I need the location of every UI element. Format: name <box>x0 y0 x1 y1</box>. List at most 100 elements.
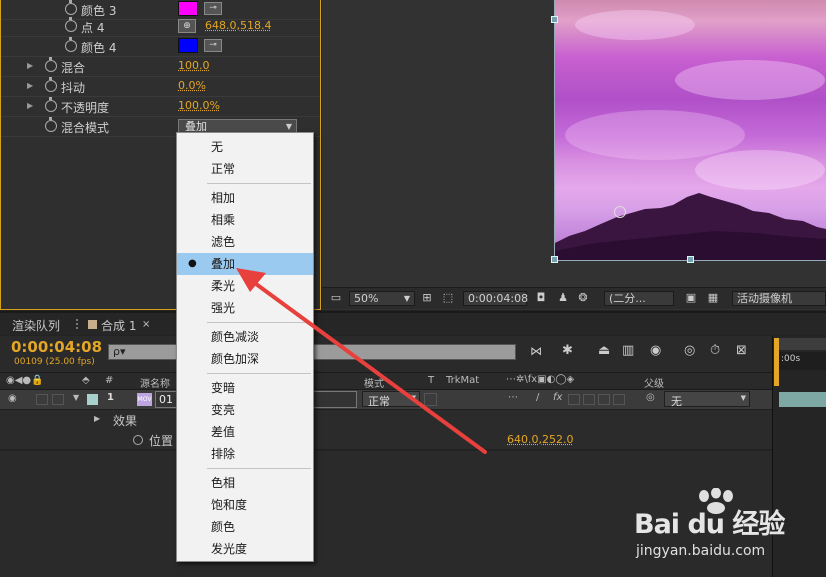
expand-triangle-icon[interactable]: ▶ <box>27 61 33 70</box>
current-time-display[interactable]: 0:00:04:08 <box>11 338 102 356</box>
work-area-bar[interactable] <box>777 338 826 350</box>
eyedropper-icon[interactable]: ⊸ <box>204 39 222 52</box>
grid-icon[interactable]: ⊞ <box>420 291 434 305</box>
property-row-color4[interactable]: 颜色 4 ⊸ <box>1 37 320 57</box>
menu-item-darken[interactable]: 变暗 <box>177 377 313 399</box>
expand-triangle-icon[interactable]: ▼ <box>73 393 79 402</box>
grip-icon[interactable] <box>76 319 82 329</box>
eyedropper-icon[interactable]: ⊸ <box>204 2 222 15</box>
property-value[interactable]: 100.0 <box>178 59 210 72</box>
property-row-blend[interactable]: ▶ 混合 100.0 <box>1 57 320 77</box>
property-row-jitter[interactable]: ▶ 抖动 0.0% <box>1 77 320 97</box>
menu-item-difference[interactable]: 差值 <box>177 421 313 443</box>
audio-switch[interactable] <box>36 394 48 405</box>
position-value[interactable]: 640.0,252.0 <box>507 433 573 446</box>
timeline-layer-row[interactable]: ◉ ▼ 1 MOV 01 正常 ▼ ⋯ / fx ◎ 无 ▼ <box>0 390 826 410</box>
resolution-select[interactable]: (二分... <box>604 291 674 306</box>
camera-select[interactable]: 活动摄像机 <box>732 291 826 306</box>
stopwatch-icon[interactable] <box>65 0 77 15</box>
expand-triangle-icon[interactable]: ▶ <box>94 414 100 423</box>
layer-duration-bar[interactable] <box>779 392 826 407</box>
stopwatch-icon[interactable] <box>133 435 143 445</box>
menu-item-soft-light[interactable]: 柔光 <box>177 275 313 297</box>
menu-item-saturation[interactable]: 饱和度 <box>177 494 313 516</box>
stopwatch-icon[interactable] <box>65 37 77 52</box>
menu-item-exclusion[interactable]: 排除 <box>177 443 313 465</box>
menu-item-none[interactable]: 无 <box>177 136 313 158</box>
menu-item-hard-light[interactable]: 强光 <box>177 297 313 319</box>
draft-3d-icon[interactable]: ✱ <box>562 343 573 358</box>
close-icon[interactable]: × <box>142 319 150 330</box>
layer-switch[interactable] <box>583 394 595 405</box>
layer-switch[interactable] <box>568 394 580 405</box>
stopwatch-icon[interactable] <box>45 57 57 72</box>
menu-item-color-burn[interactable]: 颜色加深 <box>177 348 313 370</box>
layer-switch[interactable] <box>598 394 610 405</box>
timecode-field[interactable]: 0:00:04:08 <box>463 291 528 306</box>
layer-mode-select[interactable]: 正常 ▼ <box>362 391 420 408</box>
fast-preview-icon[interactable]: ▣ <box>684 291 698 305</box>
stopwatch-icon[interactable] <box>45 97 57 112</box>
menu-item-lighten[interactable]: 变亮 <box>177 399 313 421</box>
menu-item-color[interactable]: 颜色 <box>177 516 313 538</box>
property-row-point4[interactable]: 点 4 ⊕ 648.0,518.4 <box>1 17 320 37</box>
motion-blur-icon[interactable]: ◉ <box>650 343 661 358</box>
preserve-transparency-switch[interactable] <box>424 393 437 406</box>
menu-item-normal[interactable]: 正常 <box>177 158 313 180</box>
brainstorm-icon[interactable]: ⊠ <box>736 343 747 358</box>
frame-handle[interactable] <box>687 256 694 263</box>
eye-icon[interactable]: ◉ <box>8 393 17 404</box>
menu-item-add[interactable]: 相加 <box>177 187 313 209</box>
color-channels-icon[interactable]: ❂ <box>576 291 590 305</box>
expand-triangle-icon[interactable]: ▶ <box>27 81 33 90</box>
color-swatch[interactable] <box>178 1 198 16</box>
tab-comp-1[interactable]: 合成 1 <box>101 317 136 334</box>
composition-canvas[interactable] <box>555 0 826 261</box>
graph-editor-icon[interactable]: ◎ <box>684 343 695 358</box>
menu-item-multiply[interactable]: 相乘 <box>177 209 313 231</box>
current-time-indicator[interactable] <box>774 338 779 386</box>
show-snapshot-icon[interactable]: ♟ <box>556 291 570 305</box>
menu-item-luminosity[interactable]: 发光度 <box>177 538 313 560</box>
stopwatch-icon[interactable] <box>45 77 57 92</box>
shy-layers-icon[interactable]: ⏏ <box>598 343 610 358</box>
quality-switch-icon[interactable]: / <box>536 392 539 403</box>
tab-render-queue[interactable]: 渲染队列 <box>12 317 60 334</box>
stopwatch-icon[interactable] <box>45 117 57 132</box>
timeline-position-row[interactable]: 位置 640.0,252.0 <box>0 430 772 450</box>
color-swatch[interactable] <box>178 38 198 53</box>
property-value[interactable]: 100.0% <box>178 99 220 112</box>
av-switches-icon[interactable]: ◉◀●🔒 <box>6 375 44 386</box>
pickwhip-icon[interactable]: ◎ <box>646 392 655 403</box>
stopwatch-icon[interactable]: ⏱ <box>710 343 720 358</box>
timeline-effects-row[interactable]: ▶ 效果 <box>0 410 772 430</box>
menu-item-color-dodge[interactable]: 颜色减淡 <box>177 326 313 348</box>
blend-mode-menu[interactable]: 无 正常 相加 相乘 滤色 ● 叠加 柔光 强光 颜色减淡 颜色加深 变暗 变亮… <box>176 132 314 562</box>
property-row-opacity[interactable]: ▶ 不透明度 100.0% <box>1 97 320 117</box>
layer-switch[interactable] <box>613 394 625 405</box>
menu-item-screen[interactable]: 滤色 <box>177 231 313 253</box>
frame-handle[interactable] <box>551 256 558 263</box>
label-color-swatch[interactable] <box>87 394 98 405</box>
comp-mini-flowchart-icon[interactable]: ⋈ <box>530 344 542 358</box>
mask-icon[interactable]: ⬚ <box>441 291 455 305</box>
fx-switch-icon[interactable]: fx <box>553 392 562 403</box>
camera-snapshot-icon[interactable]: ◘ <box>534 291 548 305</box>
menu-item-hue[interactable]: 色相 <box>177 472 313 494</box>
anchor-point-icon[interactable] <box>614 206 626 218</box>
crosshair-icon[interactable]: ⊕ <box>178 19 196 33</box>
frame-blending-icon[interactable]: ▥ <box>622 343 634 358</box>
property-value[interactable]: 648.0,518.4 <box>205 19 271 32</box>
transparency-grid-icon[interactable]: ▦ <box>706 291 720 305</box>
menu-item-overlay[interactable]: ● 叠加 <box>177 253 313 275</box>
time-ruler[interactable]: :00s <box>777 352 826 370</box>
label-icon[interactable]: ⬘ <box>82 375 90 386</box>
expand-triangle-icon[interactable]: ▶ <box>27 101 33 110</box>
property-value[interactable]: 0.0% <box>178 79 206 92</box>
zoom-select[interactable]: 50% ▼ <box>349 291 415 306</box>
stopwatch-icon[interactable] <box>65 17 77 32</box>
shy-switch-icon[interactable]: ⋯ <box>508 392 518 403</box>
parent-select[interactable]: 无 ▼ <box>664 391 750 408</box>
lock-switch[interactable] <box>52 394 64 405</box>
region-of-interest-icon[interactable]: ▭ <box>329 291 343 305</box>
